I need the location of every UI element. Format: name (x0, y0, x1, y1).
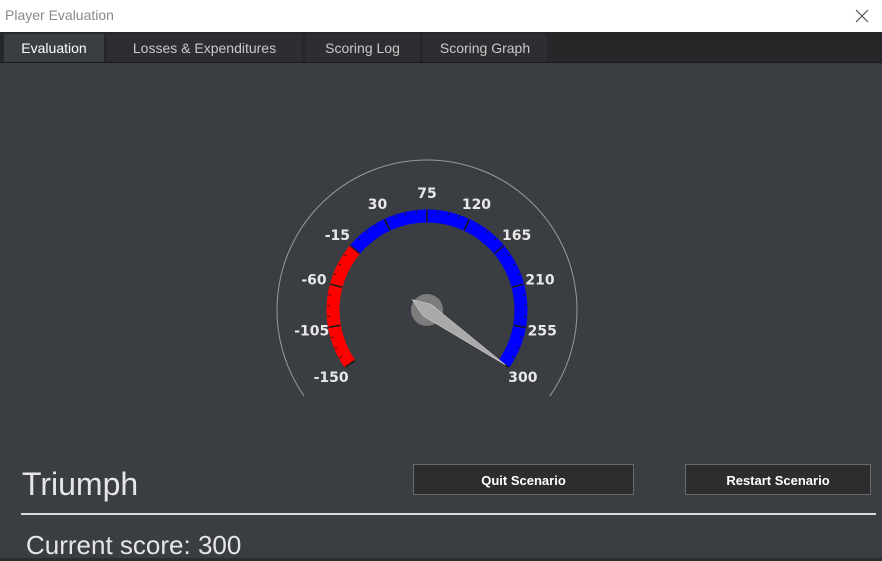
gauge-tick-label: -150 (314, 370, 349, 386)
gauge-tick-label: 300 (508, 370, 537, 386)
gauge-needle (411, 294, 506, 365)
gauge-tick-label: 120 (462, 197, 491, 213)
close-icon (855, 9, 869, 23)
score-gauge: -150 -105 -60 -15 30 75 120 165 210 255 300 (264, 123, 594, 403)
tab-losses-expenditures[interactable]: Losses & Expenditures (107, 34, 302, 62)
tab-evaluation[interactable]: Evaluation (4, 34, 104, 62)
gauge-ticks (327, 210, 527, 367)
current-score: Current score: 300 (26, 530, 241, 561)
gauge-needle-pointer (412, 300, 505, 365)
gauge-tick-label: 210 (525, 273, 554, 289)
tab-scoring-graph[interactable]: Scoring Graph (423, 34, 547, 62)
window-title: Player Evaluation (5, 7, 114, 23)
close-button[interactable] (850, 4, 874, 28)
gauge-tick-label: 30 (368, 197, 388, 213)
result-label: Triumph (22, 466, 138, 503)
tab-bar: Evaluation Losses & Expenditures Scoring… (0, 32, 882, 63)
restart-scenario-button[interactable]: Restart Scenario (685, 464, 871, 495)
gauge-tick-label: -105 (294, 323, 329, 339)
quit-scenario-button[interactable]: Quit Scenario (413, 464, 634, 495)
gauge-tick-label: -15 (325, 228, 350, 244)
gauge-tick-label: 75 (417, 186, 436, 202)
gauge-color-bands (333, 216, 521, 364)
player-evaluation-window: Player Evaluation Evaluation Losses & Ex… (0, 0, 882, 558)
evaluation-panel: -150 -105 -60 -15 30 75 120 165 210 255 300 Triump… (4, 63, 878, 555)
title-bar: Player Evaluation (0, 0, 882, 32)
gauge-negative-band (333, 250, 355, 364)
gauge-tick-label: 255 (528, 323, 557, 339)
gauge-tick-label: -60 (301, 273, 327, 289)
gauge-tick-label: 165 (502, 228, 531, 244)
divider (21, 513, 876, 515)
tab-scoring-log[interactable]: Scoring Log (305, 34, 420, 62)
